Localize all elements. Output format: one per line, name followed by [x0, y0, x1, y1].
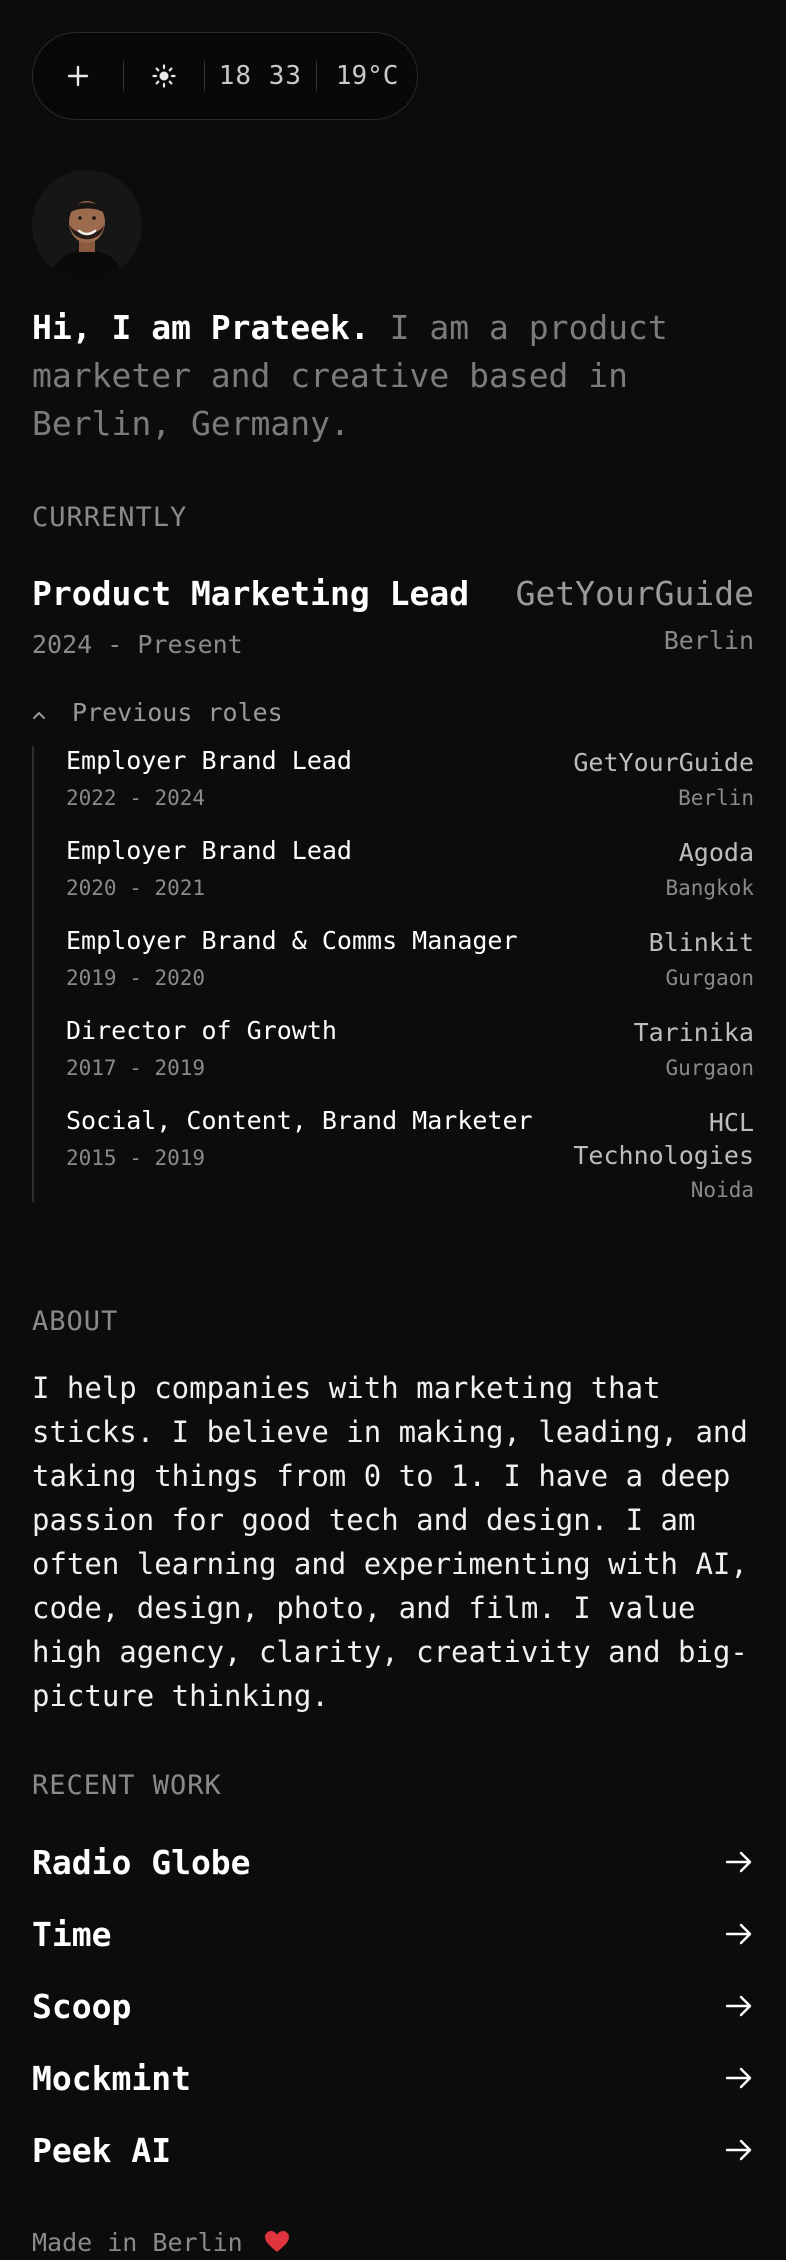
arrow-right-icon	[725, 2139, 752, 2161]
role-company: Agoda	[678, 838, 754, 867]
role-title: Social, Content, Brand Marketer	[66, 1106, 533, 1135]
role-company: HCL Technologies	[573, 1106, 754, 1172]
role-years: 2022 - 2024	[66, 786, 206, 810]
current-role-years: 2024 - Present	[32, 630, 243, 659]
work-name: Radio Globe	[32, 1842, 251, 1882]
plus-icon	[67, 65, 89, 87]
list-item: Social, Content, Brand Marketer 2015 - 2…	[66, 1106, 754, 1206]
footer-text: Made in Berlin	[32, 2228, 243, 2257]
work-link-peek-ai[interactable]: Peek AI	[32, 2114, 754, 2186]
temperature: 19°C	[335, 61, 399, 91]
add-button[interactable]	[33, 33, 123, 119]
role-city: Gurgaon	[665, 966, 754, 990]
current-role-title: Product Marketing Lead	[32, 574, 470, 613]
role-years: 2019 - 2020	[66, 966, 206, 990]
role-title: Employer Brand Lead	[66, 836, 352, 865]
arrow-right-icon	[725, 1923, 752, 1945]
status-pill: 18 33 19°C	[32, 32, 418, 120]
theme-toggle[interactable]	[124, 33, 204, 119]
list-item: Employer Brand & Comms Manager 2019 - 20…	[66, 926, 754, 1006]
work-link-time[interactable]: Time	[32, 1898, 754, 1970]
work-name: Time	[32, 1914, 112, 1954]
arrow-right-icon	[725, 2067, 752, 2089]
work-link-scoop[interactable]: Scoop	[32, 1970, 754, 2042]
sun-icon	[152, 64, 176, 88]
previous-roles-list: Employer Brand Lead 2022 - 2024 GetYourG…	[32, 746, 754, 1202]
role-years: 2020 - 2021	[66, 876, 206, 900]
arrow-right-icon	[725, 1995, 752, 2017]
role-years: 2015 - 2019	[66, 1146, 206, 1170]
previous-roles-toggle[interactable]: Previous roles	[32, 698, 283, 727]
current-company: GetYourGuide	[515, 574, 754, 613]
current-role-city: Berlin	[663, 626, 754, 655]
work-name: Peek AI	[32, 2130, 172, 2170]
work-name: Scoop	[32, 1986, 132, 2026]
role-company-line2: Technologies	[573, 1141, 754, 1170]
role-company-line1: HCL	[708, 1108, 754, 1137]
list-item: Director of Growth 2017 - 2019 Tarinika …	[66, 1016, 754, 1096]
avatar	[32, 170, 142, 280]
previous-roles-label: Previous roles	[72, 698, 283, 727]
intro-text: Hi, I am Prateek. I am a product markete…	[32, 304, 732, 448]
recent-work-label: RECENT WORK	[32, 1770, 222, 1801]
currently-label: CURRENTLY	[32, 502, 188, 533]
about-text: I help companies with marketing that sti…	[32, 1371, 748, 1713]
work-link-mockmint[interactable]: Mockmint	[32, 2042, 754, 2114]
greeting: Hi, I am Prateek.	[32, 308, 370, 347]
role-city: Bangkok	[665, 876, 754, 900]
role-company: Tarinika	[633, 1018, 754, 1047]
list-item: Employer Brand Lead 2022 - 2024 GetYourG…	[66, 746, 754, 826]
recent-work-list: Radio Globe Time Scoop Mockmint Peek AI	[32, 1826, 754, 2186]
profile-photo-icon	[32, 170, 142, 280]
role-city: Berlin	[678, 786, 754, 810]
role-company: Blinkit	[648, 928, 754, 957]
work-link-radio-globe[interactable]: Radio Globe	[32, 1826, 754, 1898]
role-company: GetYourGuide	[573, 748, 754, 777]
role-city: Noida	[690, 1178, 754, 1202]
work-name: Mockmint	[32, 2058, 191, 2098]
about-label: ABOUT	[32, 1306, 119, 1337]
footer: Made in Berlin	[32, 2228, 290, 2257]
list-item: Employer Brand Lead 2020 - 2021 Agoda Ba…	[66, 836, 754, 916]
clock-time: 18 33	[218, 61, 303, 91]
arrow-right-icon	[725, 1851, 752, 1873]
role-city: Gurgaon	[665, 1056, 754, 1080]
heart-icon	[264, 2231, 289, 2252]
role-title: Employer Brand & Comms Manager	[66, 926, 518, 955]
role-years: 2017 - 2019	[66, 1056, 206, 1080]
role-title: Director of Growth	[66, 1016, 337, 1045]
chevron-up-icon	[32, 701, 72, 725]
role-title: Employer Brand Lead	[66, 746, 352, 775]
